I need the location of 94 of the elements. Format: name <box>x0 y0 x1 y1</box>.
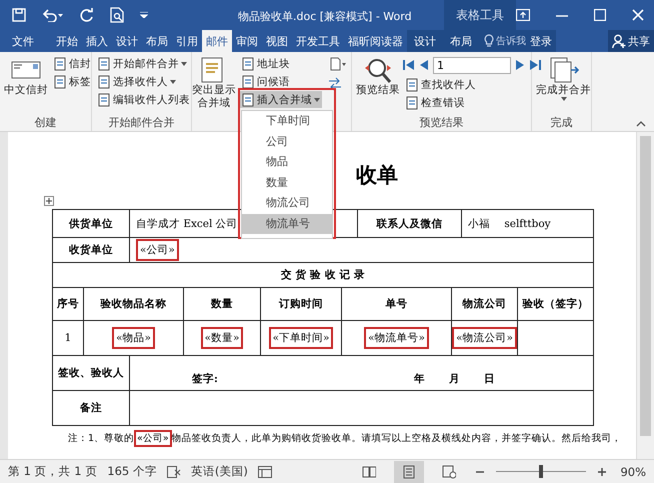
last-record-icon[interactable] <box>529 59 541 71</box>
table-cell: 小福 selfttboy <box>461 210 593 237</box>
column-header: 序号 <box>56 296 80 312</box>
menu-item[interactable]: 下单时间 <box>242 111 332 132</box>
print-layout-icon <box>402 464 416 478</box>
ribbon-button[interactable]: 地址块 <box>239 55 322 72</box>
lightbulb-icon <box>484 34 494 48</box>
group-label: 预览结果 <box>418 115 464 131</box>
ribbon-button[interactable]: 开始邮件合并 <box>95 55 192 72</box>
ribbon-tab[interactable]: 插入 <box>82 30 112 52</box>
ribbon-tab[interactable]: 视图 <box>262 30 292 52</box>
web-layout-icon <box>442 464 456 478</box>
menu-item[interactable]: 物流单号 <box>242 214 332 234</box>
ribbon-tab[interactable]: 文件 <box>0 30 44 52</box>
merge-field: «物流单号» <box>364 327 429 349</box>
ribbon-button[interactable]: 预览结果 <box>355 54 401 115</box>
document-title: 收单 <box>356 161 399 189</box>
table-cell-text: 1 <box>64 331 72 346</box>
undo-icon[interactable] <box>42 8 64 22</box>
table-cell-text: 签收、验收人 <box>57 366 125 381</box>
sign-in-link[interactable]: 登录 <box>526 30 556 52</box>
ribbon-tab[interactable]: 设计 <box>407 30 443 52</box>
ribbon-tab[interactable]: 设计 <box>112 30 142 52</box>
save-icon[interactable] <box>12 8 26 22</box>
menu-item[interactable]: 数量 <box>242 172 332 193</box>
table-cell-text: 交 货 验 收 记 录 <box>280 268 366 283</box>
ribbon-button[interactable]: 突出显示合并域 <box>195 54 233 131</box>
page-count[interactable]: 第 1 页，共 1 页 <box>8 464 98 479</box>
merge-field: «下单时间» <box>268 327 334 349</box>
first-record-icon[interactable] <box>403 59 415 71</box>
table-move-handle-icon[interactable] <box>44 196 54 206</box>
table-text: 月 <box>448 372 460 386</box>
previous-record-icon[interactable] <box>419 59 429 71</box>
collapse-ribbon-icon[interactable] <box>636 121 646 127</box>
table-text: 签字: <box>192 372 218 386</box>
zoom-in-button[interactable] <box>596 466 608 478</box>
menu-item[interactable]: 公司 <box>242 132 332 152</box>
column-header: 物流公司 <box>451 288 517 320</box>
group-label: 创建 <box>34 115 58 131</box>
vertical-scrollbar[interactable] <box>636 132 654 459</box>
close-icon[interactable] <box>632 9 644 21</box>
ribbon-button[interactable]: 中文信封 <box>3 54 49 115</box>
group-label: 完成 <box>550 115 574 131</box>
ribbon-button[interactable]: 标签 <box>51 73 93 90</box>
customize-icon[interactable] <box>140 12 148 18</box>
redo-icon[interactable] <box>80 8 94 22</box>
menu-item[interactable]: 物品 <box>242 152 332 172</box>
ribbon-tab[interactable]: 布局 <box>443 30 479 52</box>
merge-field: «物品» <box>112 327 155 349</box>
ribbon-button[interactable]: 问候语 <box>239 73 322 90</box>
group-label: 开始邮件合并 <box>108 115 176 131</box>
zoom-slider[interactable] <box>496 465 586 478</box>
column-header: 验收物品名称 <box>83 288 183 320</box>
ribbon-tab[interactable]: 引用 <box>172 30 202 52</box>
plus-icon <box>598 468 606 476</box>
ribbon-button[interactable]: 插入合并域 <box>239 91 322 108</box>
share-button[interactable]: 共享 <box>608 30 654 52</box>
column-header: 订购时间 <box>260 288 341 320</box>
table-text: 日 <box>484 372 495 386</box>
ribbon-button[interactable]: 选择收件人 <box>95 73 192 90</box>
zoom-level[interactable]: 90% <box>620 464 646 478</box>
column-header: 验收（签字） <box>517 288 593 320</box>
word-count[interactable]: 165 个字 <box>107 464 157 479</box>
merge-field: «物流公司» <box>452 327 517 349</box>
ribbon-tab[interactable]: 审阅 <box>232 30 262 52</box>
ribbon-button[interactable]: 信封 <box>51 55 93 72</box>
table-cell: 联系人及微信 <box>357 210 461 237</box>
maximize-icon[interactable] <box>594 9 606 21</box>
ribbon-tab[interactable]: 开始 <box>52 30 82 52</box>
ribbon-tab[interactable]: 邮件 <box>202 30 232 52</box>
read-mode-icon <box>362 464 376 478</box>
table-cell-text: 备注 <box>79 400 103 416</box>
merge-field: «公司» <box>134 430 172 447</box>
person-icon <box>612 34 626 48</box>
window-title: 物品验收单.doc [兼容模式] - Word <box>238 9 412 24</box>
language-indicator[interactable]: 英语(美国) <box>190 464 248 479</box>
merge-field: «数量» <box>200 327 244 349</box>
table-cell-text: 供货单位 <box>68 216 114 232</box>
ribbon-display-icon[interactable] <box>516 9 530 21</box>
ribbon-tab[interactable]: 布局 <box>142 30 172 52</box>
column-header: 单号 <box>341 288 451 320</box>
print-layout-button[interactable] <box>394 460 424 482</box>
ribbon-tab[interactable]: 开发工具 <box>292 30 344 52</box>
column-header: 数量 <box>183 288 260 320</box>
table-cell-text: 收货单位 <box>68 243 114 258</box>
ribbon-tab[interactable]: 福昕阅读器 <box>344 30 407 52</box>
next-record-icon[interactable] <box>515 59 525 71</box>
table-text: 年 <box>414 372 425 386</box>
merge-field: «公司» <box>136 239 179 261</box>
print-preview-icon[interactable] <box>110 7 124 23</box>
table-tools-label: 表格工具 <box>444 0 516 30</box>
ribbon-button[interactable]: 编辑收件人列表 <box>95 91 192 108</box>
preview-icon <box>363 56 393 84</box>
record-field[interactable]: 1 <box>433 56 511 74</box>
